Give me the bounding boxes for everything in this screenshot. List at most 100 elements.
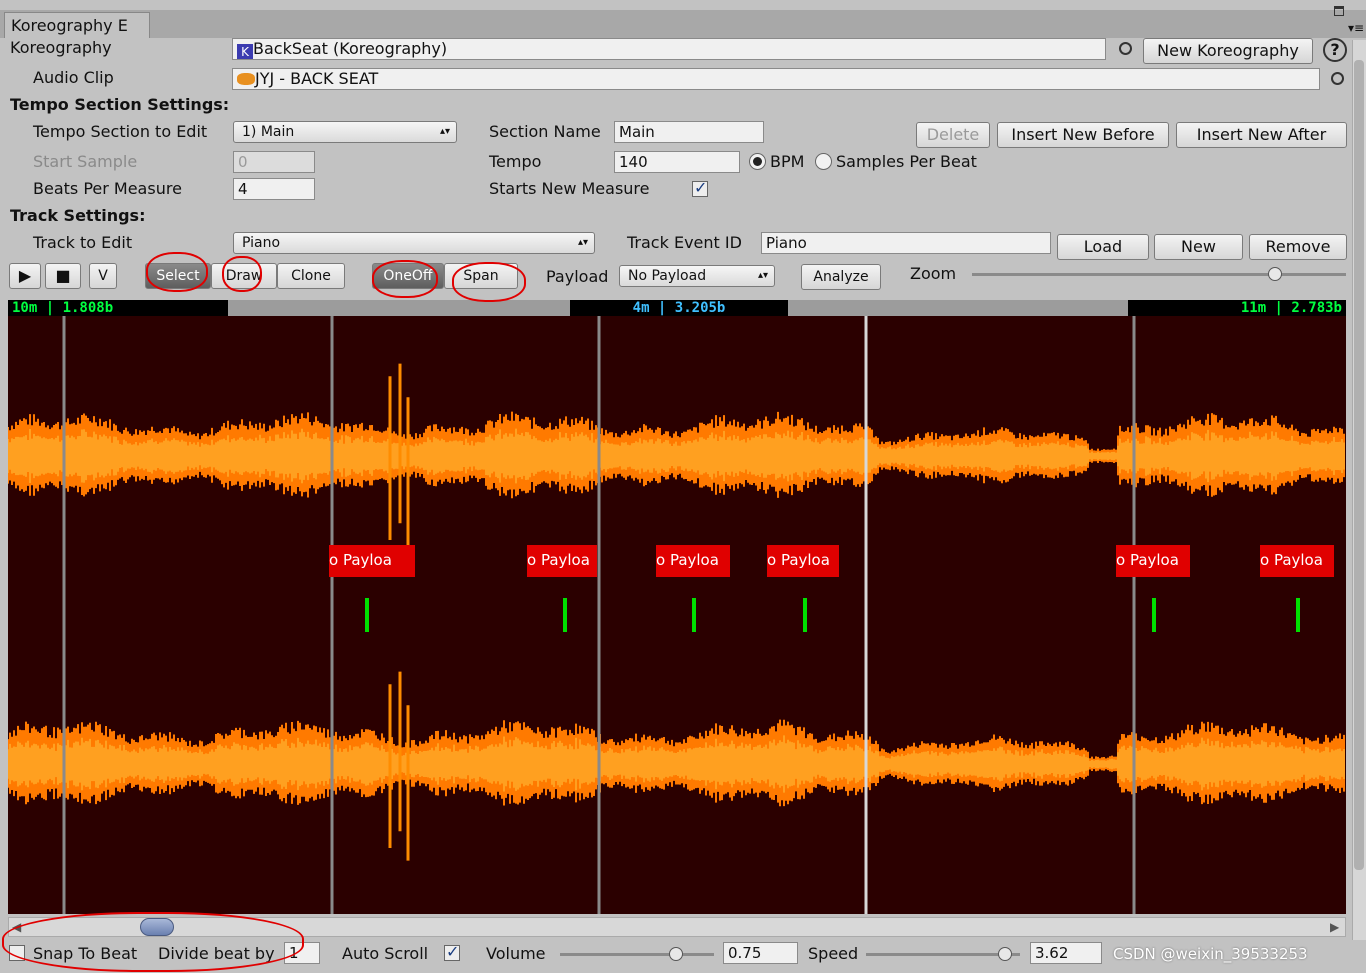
section-name-field[interactable]: Main — [614, 121, 764, 143]
left-position-readout: 10m | 1.808b — [8, 300, 228, 316]
payload-event-box[interactable]: o Payloa — [1260, 545, 1334, 577]
track-settings-heading: Track Settings: — [10, 206, 146, 225]
vertical-scroll-thumb[interactable] — [1354, 60, 1364, 870]
zoom-label: Zoom — [910, 264, 957, 283]
volume-slider-track[interactable] — [560, 953, 714, 956]
tempo-section-to-edit-label: Tempo Section to Edit — [33, 122, 208, 141]
new-koreography-button[interactable]: New Koreography — [1143, 38, 1313, 64]
divide-beat-field[interactable]: 1 — [284, 942, 320, 964]
right-position-readout: 11m | 2.783b — [1128, 300, 1346, 316]
auto-scroll-label: Auto Scroll — [342, 944, 429, 963]
speed-field[interactable]: 3.62 — [1030, 942, 1102, 964]
dropdown-arrows-icon: ▴▾ — [757, 270, 768, 281]
waveform-background — [8, 316, 1346, 914]
horizontal-scrollbar[interactable] — [8, 917, 1346, 937]
volume-label: Volume — [486, 944, 546, 963]
watermark: CSDN @weixin_39533253 — [1113, 945, 1308, 963]
delete-tempo-button[interactable]: Delete — [916, 122, 990, 148]
bpm-label: BPM — [770, 152, 805, 171]
snap-to-beat-label: Snap To Beat — [33, 944, 138, 963]
event-tick — [563, 598, 567, 632]
payload-label: Payload — [546, 267, 609, 286]
payload-dropdown[interactable]: No Payload ▴▾ — [619, 265, 775, 287]
tempo-field[interactable]: 140 — [614, 151, 740, 173]
zoom-slider-track[interactable] — [972, 273, 1346, 276]
start-sample-label: Start Sample — [33, 152, 138, 171]
volume-slider-thumb[interactable] — [668, 947, 683, 961]
track-dropdown[interactable]: Piano ▴▾ — [233, 232, 595, 254]
track-event-id-field[interactable]: Piano — [761, 232, 1051, 254]
payload-event-box[interactable]: o Payloa — [527, 545, 597, 577]
check-icon: ✓ — [446, 942, 460, 961]
dropdown-arrows-icon: ▴▾ — [439, 126, 450, 137]
window-tab-title: Koreography E — [11, 16, 128, 35]
track-dropdown-value: Piano — [242, 235, 281, 251]
payload-event-box[interactable]: o Payloa — [656, 545, 730, 577]
remove-track-button[interactable]: Remove — [1249, 234, 1347, 260]
clone-mode-button[interactable]: Clone — [277, 263, 345, 289]
tab-menu-icon[interactable]: ▾≡ — [1348, 22, 1364, 34]
bpm-radio[interactable] — [749, 153, 766, 170]
divide-beat-label: Divide beat by — [158, 944, 275, 963]
select-mode-button[interactable]: Select — [145, 263, 211, 289]
volume-field[interactable]: 0.75 — [723, 942, 798, 964]
beats-per-measure-field[interactable]: 4 — [233, 178, 315, 200]
load-track-button[interactable]: Load — [1057, 234, 1149, 260]
speed-label: Speed — [808, 944, 859, 963]
koreography-label: Koreography — [10, 38, 112, 57]
center-position-readout: 4m | 3.205b — [570, 300, 788, 316]
auto-scroll-checkbox[interactable]: ✓ — [444, 942, 460, 961]
insert-new-before-button[interactable]: Insert New Before — [997, 122, 1169, 148]
play-icon: ▶ — [18, 266, 32, 285]
new-track-button[interactable]: New — [1154, 234, 1243, 260]
scroll-left-icon[interactable]: ◀ — [12, 920, 21, 934]
koreography-value: BackSeat (Koreography) — [253, 39, 448, 58]
koreography-asset-icon: K — [237, 44, 253, 59]
speed-slider-track[interactable] — [866, 953, 1020, 956]
scroll-right-icon[interactable]: ▶ — [1330, 920, 1339, 934]
event-tick — [803, 598, 807, 632]
audio-clip-label: Audio Clip — [33, 68, 114, 87]
stop-button[interactable]: ■ — [45, 263, 81, 289]
event-tick — [365, 598, 369, 632]
audio-clip-picker-icon[interactable] — [1331, 72, 1344, 85]
starts-new-measure-label: Starts New Measure — [489, 179, 650, 198]
track-to-edit-label: Track to Edit — [33, 233, 133, 252]
span-button[interactable]: Span — [444, 263, 518, 289]
analyze-button[interactable]: Analyze — [801, 264, 881, 290]
samples-per-beat-radio[interactable] — [815, 153, 832, 170]
check-icon: ✓ — [694, 178, 708, 197]
v-button[interactable]: V — [89, 263, 117, 289]
payload-event-box[interactable]: o Payloa — [767, 545, 839, 577]
audio-clip-icon — [237, 73, 255, 85]
audio-clip-field[interactable]: JYJ - BACK SEAT — [232, 68, 1320, 90]
window-tab[interactable]: Koreography E — [4, 12, 150, 38]
horizontal-scroll-thumb[interactable] — [140, 918, 175, 936]
event-tick — [1296, 598, 1300, 632]
section-name-label: Section Name — [489, 122, 601, 141]
oneoff-button[interactable]: OneOff — [372, 263, 444, 289]
starts-new-measure-checkbox[interactable]: ✓ — [692, 178, 708, 197]
draw-mode-button[interactable]: Draw — [211, 263, 277, 289]
snap-to-beat-checkbox[interactable] — [9, 945, 25, 961]
insert-new-after-button[interactable]: Insert New After — [1176, 122, 1347, 148]
dropdown-arrows-icon: ▴▾ — [577, 237, 588, 248]
koreography-field[interactable]: K BackSeat (Koreography) — [232, 38, 1106, 60]
track-event-id-label: Track Event ID — [627, 233, 742, 252]
tempo-section-dropdown[interactable]: 1) Main ▴▾ — [233, 121, 457, 143]
start-sample-field: 0 — [233, 151, 315, 173]
koreography-picker-icon[interactable] — [1119, 42, 1132, 55]
speed-slider-thumb[interactable] — [997, 947, 1012, 961]
tempo-section-heading: Tempo Section Settings: — [10, 95, 230, 114]
payload-event-box[interactable]: o Payloa — [1116, 545, 1190, 577]
zoom-slider-thumb[interactable] — [1267, 267, 1282, 281]
payload-event-box[interactable]: o Payloa — [329, 545, 415, 577]
help-icon[interactable]: ? — [1323, 38, 1347, 62]
event-tick — [692, 598, 696, 632]
waveform-view[interactable] — [8, 316, 1346, 914]
radio-selected-dot — [753, 157, 762, 166]
tempo-section-value: 1) Main — [242, 124, 295, 140]
maximize-icon[interactable] — [1334, 6, 1344, 16]
play-button[interactable]: ▶ — [9, 263, 41, 289]
tab-strip — [0, 10, 1366, 38]
